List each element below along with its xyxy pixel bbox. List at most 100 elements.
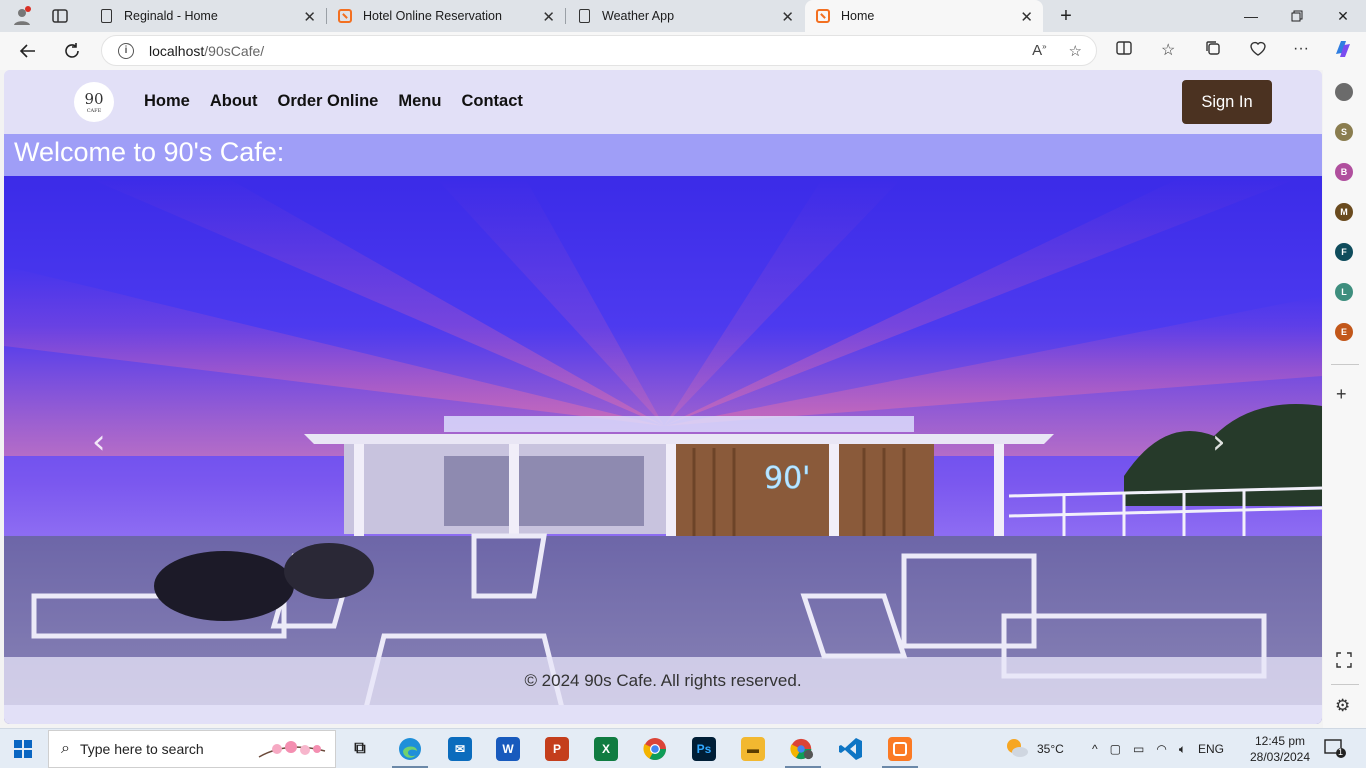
xampp-taskbar-icon[interactable] [888, 737, 912, 761]
nav-menu-link[interactable]: Menu [398, 92, 441, 111]
tab-home[interactable]: Home ✕ [805, 0, 1043, 32]
nav-about-link[interactable]: About [210, 92, 258, 111]
notification-count: 1 [1338, 747, 1344, 757]
welcome-heading: Welcome to 90's Cafe: [14, 137, 285, 167]
favorite-star-icon[interactable]: ☆ [1069, 42, 1082, 60]
copilot-icon[interactable] [1332, 38, 1354, 65]
carousel-next-icon[interactable]: › [1212, 422, 1226, 462]
restore-icon[interactable] [1274, 0, 1320, 32]
tab-actions-icon[interactable] [46, 3, 74, 29]
settings-gear-icon[interactable]: ⚙ [1335, 696, 1350, 716]
tab-weather-app[interactable]: Weather App ✕ [566, 0, 804, 32]
chrome-profile-icon[interactable] [790, 737, 814, 761]
hero-carousel: 90' ‹ › [4, 176, 1322, 724]
tab-title: Weather App [602, 9, 675, 23]
close-icon[interactable]: ✕ [303, 8, 316, 26]
refresh-icon[interactable] [58, 38, 86, 64]
info-icon[interactable]: i [118, 42, 134, 59]
vscode-icon[interactable] [839, 737, 863, 761]
windows-taskbar: ⌕ Type here to search ⧉ ✉ W P X Ps ▬ 35°… [0, 728, 1366, 768]
sidebar-app-f[interactable]: F [1335, 243, 1353, 261]
collections-icon[interactable] [1205, 40, 1221, 61]
profile-icon[interactable] [8, 3, 36, 29]
tab-hotel-reservation[interactable]: Hotel Online Reservation ✕ [327, 0, 565, 32]
volume-icon[interactable]: 🔈︎ [1179, 742, 1186, 757]
browser-tab-strip: Reginald - Home ✕ Hotel Online Reservati… [0, 0, 1366, 32]
weather-sun-icon [1005, 737, 1029, 762]
screenshot-icon[interactable] [1336, 652, 1352, 673]
sidebar-app-l[interactable]: L [1335, 283, 1353, 301]
xampp-icon [337, 8, 353, 24]
clock-time: 12:45 pm [1254, 734, 1306, 748]
tab-title: Hotel Online Reservation [363, 9, 502, 23]
excel-icon[interactable]: X [594, 737, 618, 761]
cafe-logo[interactable]: 90 CAFE [74, 82, 114, 122]
add-sidebar-app-icon[interactable]: + [1336, 384, 1347, 405]
language-indicator[interactable]: ENG [1198, 742, 1224, 756]
weather-widget[interactable]: 35°C [1005, 729, 1064, 768]
page-icon [576, 8, 592, 24]
footer-copyright: © 2024 90s Cafe. All rights reserved. [524, 671, 802, 690]
xampp-icon [815, 8, 831, 24]
search-placeholder: Type here to search [79, 741, 204, 757]
url-bar[interactable]: i localhost/90sCafe/ A» ☆ [101, 35, 1097, 66]
chrome-icon[interactable] [643, 737, 667, 761]
tab-reginald[interactable]: Reginald - Home ✕ [88, 0, 326, 32]
favorites-icon[interactable]: ☆ [1161, 40, 1175, 60]
weather-temp: 35°C [1037, 742, 1064, 756]
tab-title: Reginald - Home [124, 9, 218, 23]
taskbar-clock[interactable]: 12:45 pm 28/03/2024 [1240, 733, 1320, 765]
edge-taskbar-icon[interactable] [398, 737, 422, 761]
word-icon[interactable]: W [496, 737, 520, 761]
mail-icon[interactable]: ✉ [448, 737, 472, 761]
powerpoint-icon[interactable]: P [545, 737, 569, 761]
site-navbar: 90 CAFE Home About Order Online Menu Cont… [4, 70, 1322, 134]
browser-essentials-icon[interactable] [1249, 40, 1267, 61]
hero-image: 90' [4, 176, 1322, 724]
tab-title: Home [841, 9, 875, 23]
nav-home-link[interactable]: Home [144, 92, 190, 111]
new-tab-icon[interactable]: + [1052, 3, 1080, 29]
url-text[interactable]: localhost/90sCafe/ [149, 43, 264, 59]
taskbar-search-input[interactable]: ⌕ Type here to search [48, 730, 336, 768]
nav-links: Home About Order Online Menu Contact [144, 92, 523, 111]
cherry-blossom-icon [257, 737, 327, 766]
back-icon[interactable] [14, 38, 42, 64]
chevron-up-icon[interactable]: ^ [1092, 742, 1098, 756]
close-icon[interactable]: ✕ [542, 8, 555, 26]
welcome-banner: Welcome to 90's Cafe: [4, 134, 1322, 176]
sidebar-app-b[interactable]: B [1335, 163, 1353, 181]
carousel-prev-icon[interactable]: ‹ [92, 422, 106, 462]
search-icon: ⌕ [61, 740, 70, 757]
task-view-icon[interactable]: ⧉ [348, 737, 372, 761]
close-icon[interactable]: ✕ [1020, 8, 1033, 26]
sidebar-app-e[interactable]: E [1335, 323, 1353, 341]
nav-order-online-link[interactable]: Order Online [278, 92, 379, 111]
notifications-icon[interactable]: 1 [1324, 739, 1346, 764]
page-bottom-strip [4, 705, 1322, 724]
site-footer: © 2024 90s Cafe. All rights reserved. [4, 657, 1322, 705]
system-tray: ^ ▢ ▭ ◠ 🔈︎ ENG [1092, 729, 1224, 768]
photoshop-icon[interactable]: Ps [692, 737, 716, 761]
split-screen-icon[interactable] [1116, 40, 1132, 61]
sign-in-button[interactable]: Sign In [1182, 80, 1272, 124]
read-aloud-icon[interactable]: A» [1032, 42, 1046, 60]
wifi-icon[interactable]: ◠ [1156, 742, 1166, 756]
close-icon[interactable]: ✕ [781, 8, 794, 26]
clock-date: 28/03/2024 [1249, 750, 1311, 764]
meet-now-icon[interactable]: ▢ [1110, 742, 1121, 756]
more-menu-icon[interactable]: ··· [1293, 40, 1309, 58]
windows-start-icon[interactable] [14, 740, 32, 758]
page-viewport: 90 CAFE Home About Order Online Menu Cont… [4, 70, 1322, 724]
close-window-icon[interactable]: ✕ [1320, 0, 1366, 32]
sidebar-app-m[interactable]: M [1335, 203, 1353, 221]
edge-sidebar: S B M F L E + ⚙ [1323, 70, 1366, 728]
address-toolbar: i localhost/90sCafe/ A» ☆ ☆ ··· [0, 32, 1366, 70]
nav-contact-link[interactable]: Contact [461, 92, 522, 111]
sidebar-app-0[interactable] [1335, 83, 1353, 101]
file-explorer-icon[interactable]: ▬ [741, 737, 765, 761]
sidebar-app-s[interactable]: S [1335, 123, 1353, 141]
sidebar-divider [1331, 364, 1359, 365]
battery-icon[interactable]: ▭ [1133, 742, 1144, 756]
minimize-icon[interactable]: — [1228, 0, 1274, 32]
